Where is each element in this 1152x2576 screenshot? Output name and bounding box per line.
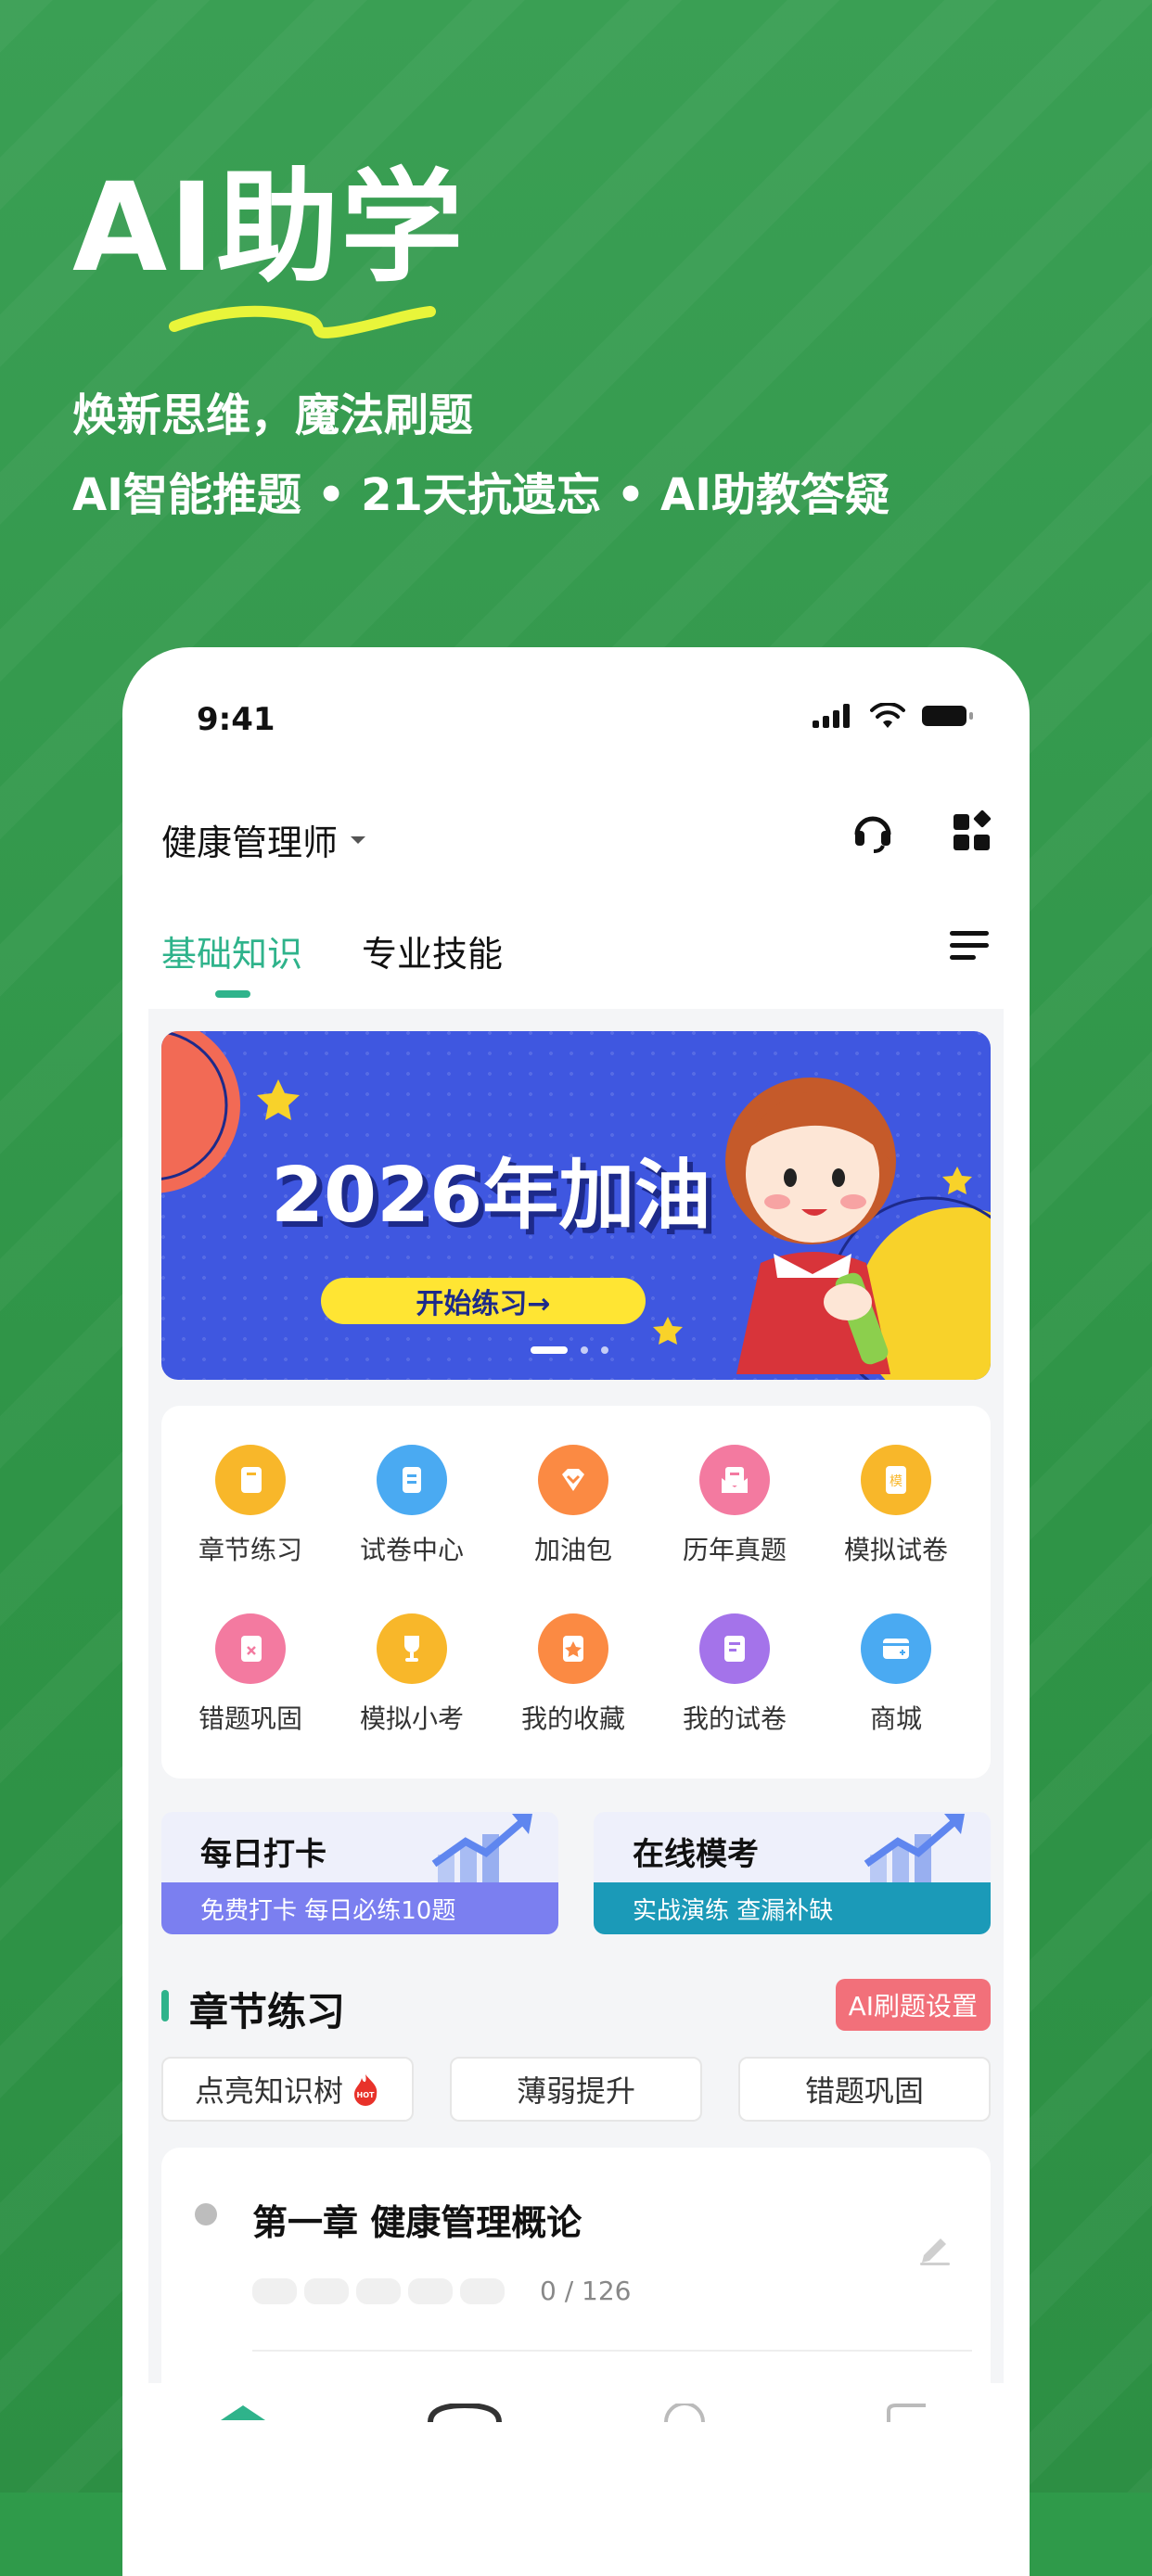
grid-item-mini-quiz[interactable]: 模拟小考 <box>338 1613 486 1736</box>
diamond-icon <box>538 1445 608 1515</box>
apps-icon[interactable] <box>950 807 996 853</box>
grid-item-my-favorites[interactable]: 我的收藏 <box>499 1613 647 1736</box>
card-description: 实战演练 查漏补缺 <box>594 1882 991 1934</box>
banner-carousel[interactable]: 2026年加油 开始练习→ <box>161 1031 991 1380</box>
filter-wrong-review[interactable]: 错题巩固 <box>738 2057 991 2122</box>
status-icons <box>813 703 974 729</box>
progress-segment <box>252 2277 297 2304</box>
phone-mockup: 9:41 健康管理师 基础知识 专业技能 2026年加油 开始练习→ 章节练习 … <box>122 647 1030 2576</box>
grid-label: 模拟试卷 <box>843 1535 948 1565</box>
discover-icon[interactable] <box>660 2404 709 2422</box>
grid-label: 模拟小考 <box>359 1703 464 1734</box>
grid-label: 章节练习 <box>198 1535 302 1565</box>
menu-icon[interactable] <box>948 927 991 964</box>
filter-knowledge-tree[interactable]: 点亮知识树 HOT <box>161 2057 414 2122</box>
bottom-navigation <box>122 2383 1030 2576</box>
card-description: 免费打卡 每日必练10题 <box>161 1882 558 1934</box>
chapter-count: 0 / 126 <box>540 2276 632 2306</box>
grid-item-chapter-practice[interactable]: 章节练习 <box>176 1445 325 1567</box>
ai-setting-button[interactable]: AI刷题设置 <box>835 1979 991 2031</box>
trend-chart-icon <box>431 1814 532 1888</box>
girl-illustration <box>725 1078 896 1374</box>
grid-item-wrong-review[interactable]: 错题巩固 <box>176 1613 325 1736</box>
online-mock-exam-card[interactable]: 在线模考 实战演练 查漏补缺 <box>594 1812 991 1934</box>
caret-down-icon <box>351 835 366 844</box>
tab-professional-skills[interactable]: 专业技能 <box>362 925 503 976</box>
card-title: 每日打卡 <box>200 1836 326 1873</box>
grid-label: 试卷中心 <box>359 1535 464 1565</box>
document-icon <box>377 1445 447 1515</box>
grid-label: 加油包 <box>533 1535 612 1565</box>
subject-tabs: 基础知识 专业技能 <box>161 925 996 1000</box>
grid-label: 商城 <box>869 1703 922 1734</box>
chapter-title: 第一章 健康管理概论 <box>252 2202 582 2243</box>
star-icon <box>538 1613 608 1684</box>
carousel-dot-active <box>531 1346 568 1354</box>
wrong-notebook-icon <box>215 1613 286 1684</box>
card-title: 在线模考 <box>633 1836 759 1873</box>
promo-subtitle-2: AI智能推题 • 21天抗遗忘 • AI助教答疑 <box>72 469 890 521</box>
pencil-icon[interactable] <box>915 2227 954 2266</box>
content-area: 2026年加油 开始练习→ 章节练习 试卷中心 加油包 历年真题 模 模拟试卷 … <box>148 1009 1004 2576</box>
exam-selector[interactable]: 健康管理师 <box>161 814 367 865</box>
promo-title: AI助学 <box>72 157 466 300</box>
top-icons <box>850 807 996 853</box>
grid-item-mock-paper[interactable]: 模 模拟试卷 <box>822 1445 970 1567</box>
tab-basic-knowledge[interactable]: 基础知识 <box>161 925 302 976</box>
notebook-icon <box>215 1445 286 1515</box>
grid-label: 历年真题 <box>682 1535 787 1565</box>
grid-item-past-exams[interactable]: 历年真题 <box>660 1445 809 1567</box>
svg-text:模: 模 <box>890 1474 902 1489</box>
trophy-icon <box>377 1613 447 1684</box>
grid-label: 错题巩固 <box>198 1703 302 1734</box>
divider <box>252 2350 972 2352</box>
carousel-dot <box>581 1346 588 1354</box>
tab-indicator <box>215 990 250 998</box>
progress-segment <box>356 2277 401 2304</box>
card-icon <box>861 1613 931 1684</box>
wifi-icon <box>870 703 905 728</box>
mock-paper-icon: 模 <box>861 1445 931 1515</box>
chapter-section-header: 章节练习 AI刷题设置 <box>161 1979 991 2034</box>
chapter-status-dot <box>195 2203 217 2225</box>
feature-grid: 章节练习 试卷中心 加油包 历年真题 模 模拟试卷 错题巩固 模拟小考 我的收藏… <box>161 1406 991 1779</box>
grid-item-my-papers[interactable]: 我的试卷 <box>660 1613 809 1736</box>
battery-icon <box>922 706 973 726</box>
promo-subtitle-1: 焕新思维，魔法刷题 <box>72 389 474 441</box>
top-bar: 健康管理师 <box>161 810 996 870</box>
chapter-progress: 0 / 126 <box>252 2276 632 2306</box>
banner-title: 2026年加油 <box>271 1152 711 1240</box>
carousel-dots <box>531 1346 608 1354</box>
section-accent-bar <box>161 1990 169 2021</box>
mail-icon <box>699 1445 770 1515</box>
carousel-dot <box>601 1346 608 1354</box>
signal-icon <box>813 704 850 728</box>
progress-segment <box>460 2277 505 2304</box>
grid-item-paper-center[interactable]: 试卷中心 <box>338 1445 486 1567</box>
headset-icon[interactable] <box>850 807 896 853</box>
hot-flame-icon: HOT <box>354 2074 378 2106</box>
title-underline-decoration <box>169 305 436 338</box>
filter-label: 点亮知识树 <box>194 2073 343 2109</box>
exam-selector-label: 健康管理师 <box>161 823 339 863</box>
start-practice-button[interactable]: 开始练习→ <box>321 1278 646 1324</box>
grid-item-boost-pack[interactable]: 加油包 <box>499 1445 647 1567</box>
grid-label: 我的试卷 <box>682 1703 787 1734</box>
grid-label: 我的收藏 <box>520 1703 625 1734</box>
grid-item-mall[interactable]: 商城 <box>822 1613 970 1736</box>
progress-segment <box>408 2277 453 2304</box>
home-icon[interactable] <box>219 2404 267 2422</box>
progress-segment <box>304 2277 349 2304</box>
my-paper-icon <box>699 1613 770 1684</box>
section-title: 章节练习 <box>189 1989 346 2034</box>
status-time: 9:41 <box>197 701 275 738</box>
filter-weak-improve[interactable]: 薄弱提升 <box>450 2057 702 2122</box>
trend-chart-icon <box>864 1814 965 1888</box>
svg-text:HOT: HOT <box>357 2091 375 2099</box>
course-icon[interactable] <box>427 2404 503 2422</box>
daily-checkin-card[interactable]: 每日打卡 免费打卡 每日必练10题 <box>161 1812 558 1934</box>
profile-icon[interactable] <box>883 2404 931 2422</box>
